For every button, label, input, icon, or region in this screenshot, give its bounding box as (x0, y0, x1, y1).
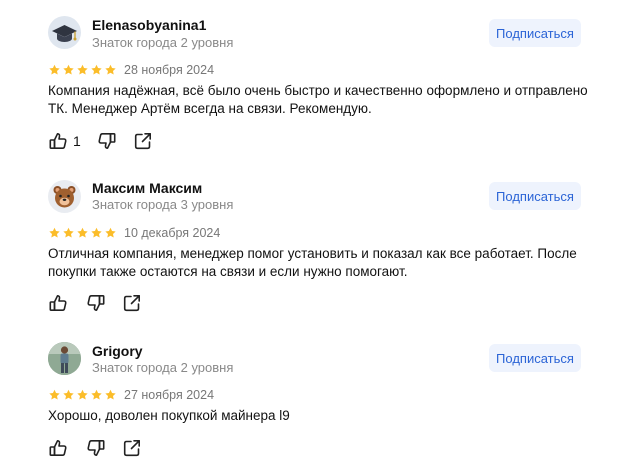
author-level: Знаток города 2 уровня (92, 35, 234, 50)
star-icon (49, 389, 60, 400)
star-icon (49, 64, 60, 75)
person-photo-icon (48, 342, 81, 375)
like-button[interactable] (48, 438, 68, 458)
share-button[interactable] (122, 293, 142, 313)
share-button[interactable] (122, 438, 142, 458)
thumbs-up-icon (49, 133, 67, 149)
graduation-cap-icon (52, 25, 77, 42)
star-icon (77, 64, 88, 75)
thumbs-up-icon (49, 295, 67, 311)
star-icon (91, 227, 102, 238)
thumbs-down-icon (98, 133, 116, 149)
avatar[interactable] (48, 180, 81, 213)
dislike-button[interactable] (97, 131, 117, 151)
share-button[interactable] (133, 131, 153, 151)
review-text: Отличная компания, менеджер помог устано… (48, 246, 577, 279)
bear-icon (53, 186, 76, 208)
author-name[interactable]: Максим Максим (92, 180, 202, 196)
thumbs-up-icon (49, 440, 67, 456)
share-icon (123, 440, 140, 457)
star-icon (105, 389, 116, 400)
review-text: Хорошо, доволен покупкой майнера l9 (48, 408, 290, 423)
review-date: 28 ноября 2024 (124, 63, 215, 77)
star-icon (63, 227, 74, 238)
likes-count: 1 (73, 133, 81, 149)
share-icon (123, 295, 140, 312)
star-icon (105, 227, 116, 238)
like-button[interactable] (48, 293, 68, 313)
author-name[interactable]: Grigory (92, 343, 143, 359)
star-icon (91, 64, 102, 75)
star-icon (91, 389, 102, 400)
like-button[interactable] (48, 131, 68, 151)
thumbs-down-icon (87, 440, 105, 456)
subscribe-button[interactable]: Подписаться (489, 182, 581, 210)
rating-stars (48, 64, 117, 76)
avatar[interactable] (48, 16, 81, 49)
avatar[interactable] (48, 342, 81, 375)
star-icon (49, 227, 60, 238)
subscribe-button[interactable]: Подписаться (489, 19, 581, 47)
dislike-button[interactable] (86, 293, 106, 313)
star-icon (63, 389, 74, 400)
thumbs-down-icon (87, 295, 105, 311)
author-name[interactable]: Elenasobyanina1 (92, 17, 206, 33)
star-icon (77, 227, 88, 238)
star-icon (77, 389, 88, 400)
dislike-button[interactable] (86, 438, 106, 458)
star-icon (105, 64, 116, 75)
review-date: 10 декабря 2024 (124, 226, 221, 240)
share-icon (134, 133, 151, 150)
star-icon (63, 64, 74, 75)
review-text: Компания надёжная, всё было очень быстро… (48, 83, 588, 116)
subscribe-button[interactable]: Подписаться (489, 344, 581, 372)
author-level: Знаток города 2 уровня (92, 360, 234, 375)
rating-stars (48, 389, 117, 401)
rating-stars (48, 227, 117, 239)
review-date: 27 ноября 2024 (124, 388, 215, 402)
author-level: Знаток города 3 уровня (92, 197, 234, 212)
